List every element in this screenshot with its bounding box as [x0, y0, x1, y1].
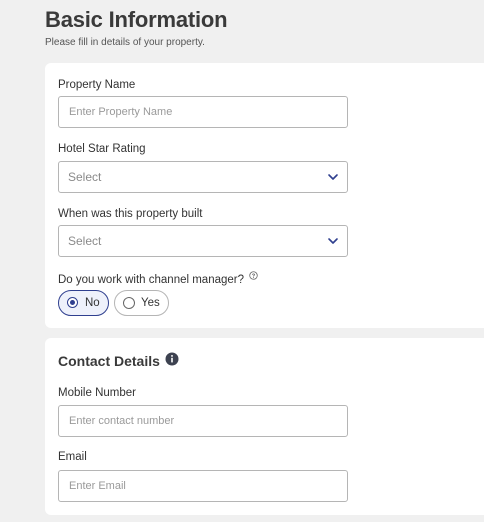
- year-built-value: Select: [68, 234, 102, 248]
- contact-details-card: Contact Details Mobile Number Email: [45, 338, 484, 515]
- chevron-down-icon: [328, 238, 338, 244]
- page-subtitle: Please fill in details of your property.: [45, 37, 205, 48]
- chevron-down-icon: [328, 174, 338, 180]
- property-name-field: [58, 96, 348, 128]
- mobile-number-label: Mobile Number: [58, 387, 136, 399]
- contact-details-title: Contact Details: [58, 353, 160, 369]
- channel-manager-question: Do you work with channel manager?: [58, 271, 258, 287]
- radio-unselected-icon: [123, 297, 135, 309]
- radio-no-label: No: [85, 297, 100, 309]
- property-name-label: Property Name: [58, 79, 136, 91]
- basic-info-card: Property Name Hotel Star Rating Select W…: [45, 63, 484, 328]
- email-label: Email: [58, 451, 87, 463]
- email-field: [58, 470, 348, 502]
- mobile-number-field: [58, 405, 348, 437]
- star-rating-value: Select: [68, 170, 102, 184]
- channel-manager-label: Do you work with channel manager?: [58, 274, 245, 286]
- year-built-label: When was this property built: [58, 208, 203, 220]
- mobile-number-input[interactable]: [59, 406, 319, 436]
- email-input[interactable]: [59, 471, 319, 501]
- channel-manager-no-radio[interactable]: No: [58, 290, 109, 316]
- radio-selected-icon: [67, 297, 78, 308]
- question-circle-icon[interactable]: [249, 271, 258, 280]
- page-title: Basic Information: [45, 7, 228, 32]
- property-name-input[interactable]: [59, 97, 319, 127]
- star-rating-select[interactable]: Select: [58, 161, 348, 193]
- channel-manager-yes-radio[interactable]: Yes: [114, 290, 169, 316]
- radio-yes-label: Yes: [141, 297, 160, 309]
- year-built-select[interactable]: Select: [58, 225, 348, 257]
- star-rating-label: Hotel Star Rating: [58, 143, 146, 155]
- info-circle-icon[interactable]: [165, 352, 179, 366]
